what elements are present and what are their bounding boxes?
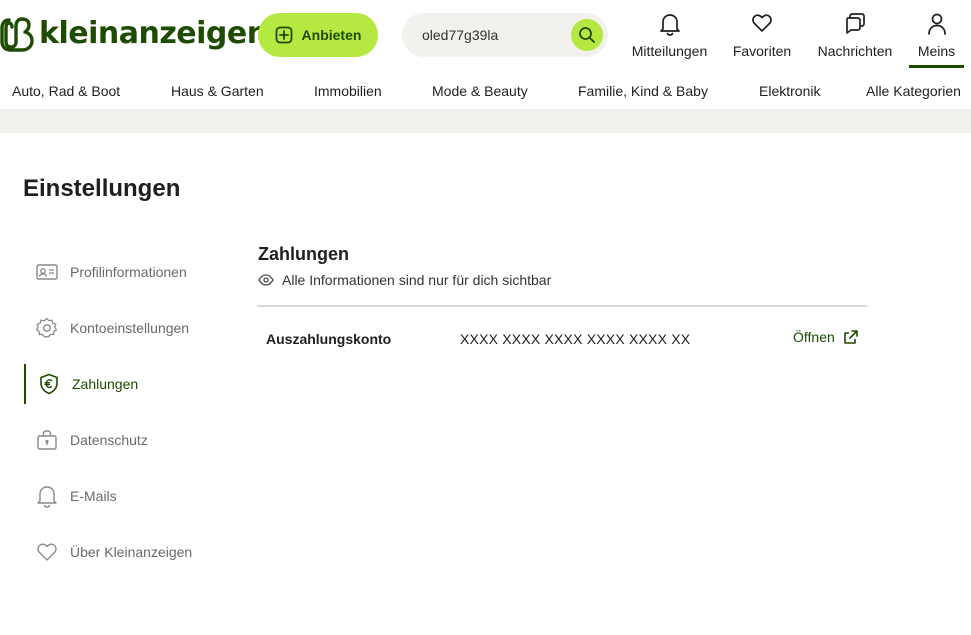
lock-bag-icon	[24, 429, 70, 451]
category-link[interactable]: Auto, Rad & Boot	[12, 83, 120, 99]
visibility-note-text: Alle Informationen sind nur für dich sic…	[282, 272, 552, 288]
category-link[interactable]: Familie, Kind & Baby	[578, 83, 708, 99]
nav-favoriten[interactable]: Favoriten	[727, 12, 797, 68]
search-input[interactable]	[422, 25, 562, 45]
page-title: Einstellungen	[23, 175, 181, 202]
category-link[interactable]: Mode & Beauty	[432, 83, 528, 99]
sidebar-item-kontoeinstellungen[interactable]: Kontoeinstellungen	[24, 308, 224, 348]
category-bar: Auto, Rad & Boot Haus & Garten Immobilie…	[0, 72, 971, 109]
gear-icon	[24, 317, 70, 339]
nav-meins[interactable]: Meins	[909, 12, 964, 68]
sidebar-item-emails[interactable]: E-Mails	[24, 476, 224, 516]
nav-mitteilungen[interactable]: Mitteilungen	[628, 12, 711, 68]
header-divider-band	[0, 109, 971, 133]
id-card-icon	[24, 263, 70, 281]
sidebar-item-label: E-Mails	[70, 488, 117, 504]
euro-shield-icon	[26, 373, 72, 395]
plus-square-icon	[275, 26, 293, 44]
sidebar-item-zahlungen[interactable]: Zahlungen	[24, 364, 224, 404]
chat-icon	[844, 12, 866, 38]
heart-icon	[751, 12, 773, 38]
search-box	[402, 13, 608, 57]
sidebar-item-ueber-kleinanzeigen[interactable]: Über Kleinanzeigen	[24, 532, 224, 572]
nav-label: Favoriten	[732, 43, 792, 59]
user-icon	[926, 12, 948, 38]
sidebar-item-label: Datenschutz	[70, 432, 148, 448]
logo-mark-icon	[0, 17, 34, 52]
bell-icon	[24, 484, 70, 508]
sidebar-item-label: Über Kleinanzeigen	[70, 544, 193, 560]
section-title: Zahlungen	[258, 244, 349, 264]
bell-icon	[659, 12, 681, 38]
sidebar-item-label: Kontoeinstellungen	[70, 320, 190, 336]
section-divider	[257, 305, 867, 307]
search-icon	[579, 27, 595, 43]
visibility-note: Alle Informationen sind nur für dich sic…	[258, 272, 551, 288]
category-link[interactable]: Alle Kategorien	[866, 83, 961, 99]
sidebar-item-label: Zahlungen	[72, 376, 139, 392]
eye-icon	[258, 274, 274, 286]
nav-label: Nachrichten	[817, 43, 893, 59]
payout-account-value: XXXX XXXX XXXX XXXX XXXX XX	[460, 331, 691, 347]
post-ad-button[interactable]: Anbieten	[258, 13, 378, 57]
nav-label: Meins	[917, 43, 956, 59]
category-link[interactable]: Haus & Garten	[171, 83, 264, 99]
nav-nachrichten[interactable]: Nachrichten	[815, 12, 895, 68]
open-link-label: Öffnen	[793, 329, 835, 345]
nav-label: Mitteilungen	[631, 43, 708, 59]
sidebar-item-label: Profilinformationen	[70, 264, 187, 280]
open-payout-account-link[interactable]: Öffnen	[793, 329, 859, 345]
sidebar-item-profilinformationen[interactable]: Profilinformationen	[24, 252, 224, 292]
post-ad-label: Anbieten	[301, 27, 362, 43]
sidebar-item-datenschutz[interactable]: Datenschutz	[24, 420, 224, 460]
category-link[interactable]: Elektronik	[759, 83, 820, 99]
top-bar: kleinanzeigen Anbieten Mitteilungen Favo…	[0, 0, 971, 72]
heart-icon	[24, 541, 70, 563]
external-link-icon	[843, 329, 859, 345]
brand-logo[interactable]: kleinanzeigen	[0, 14, 268, 54]
payout-account-label: Auszahlungskonto	[266, 331, 392, 347]
category-link[interactable]: Immobilien	[314, 83, 382, 99]
logo-text: kleinanzeigen	[39, 16, 268, 51]
search-button[interactable]	[571, 19, 603, 51]
